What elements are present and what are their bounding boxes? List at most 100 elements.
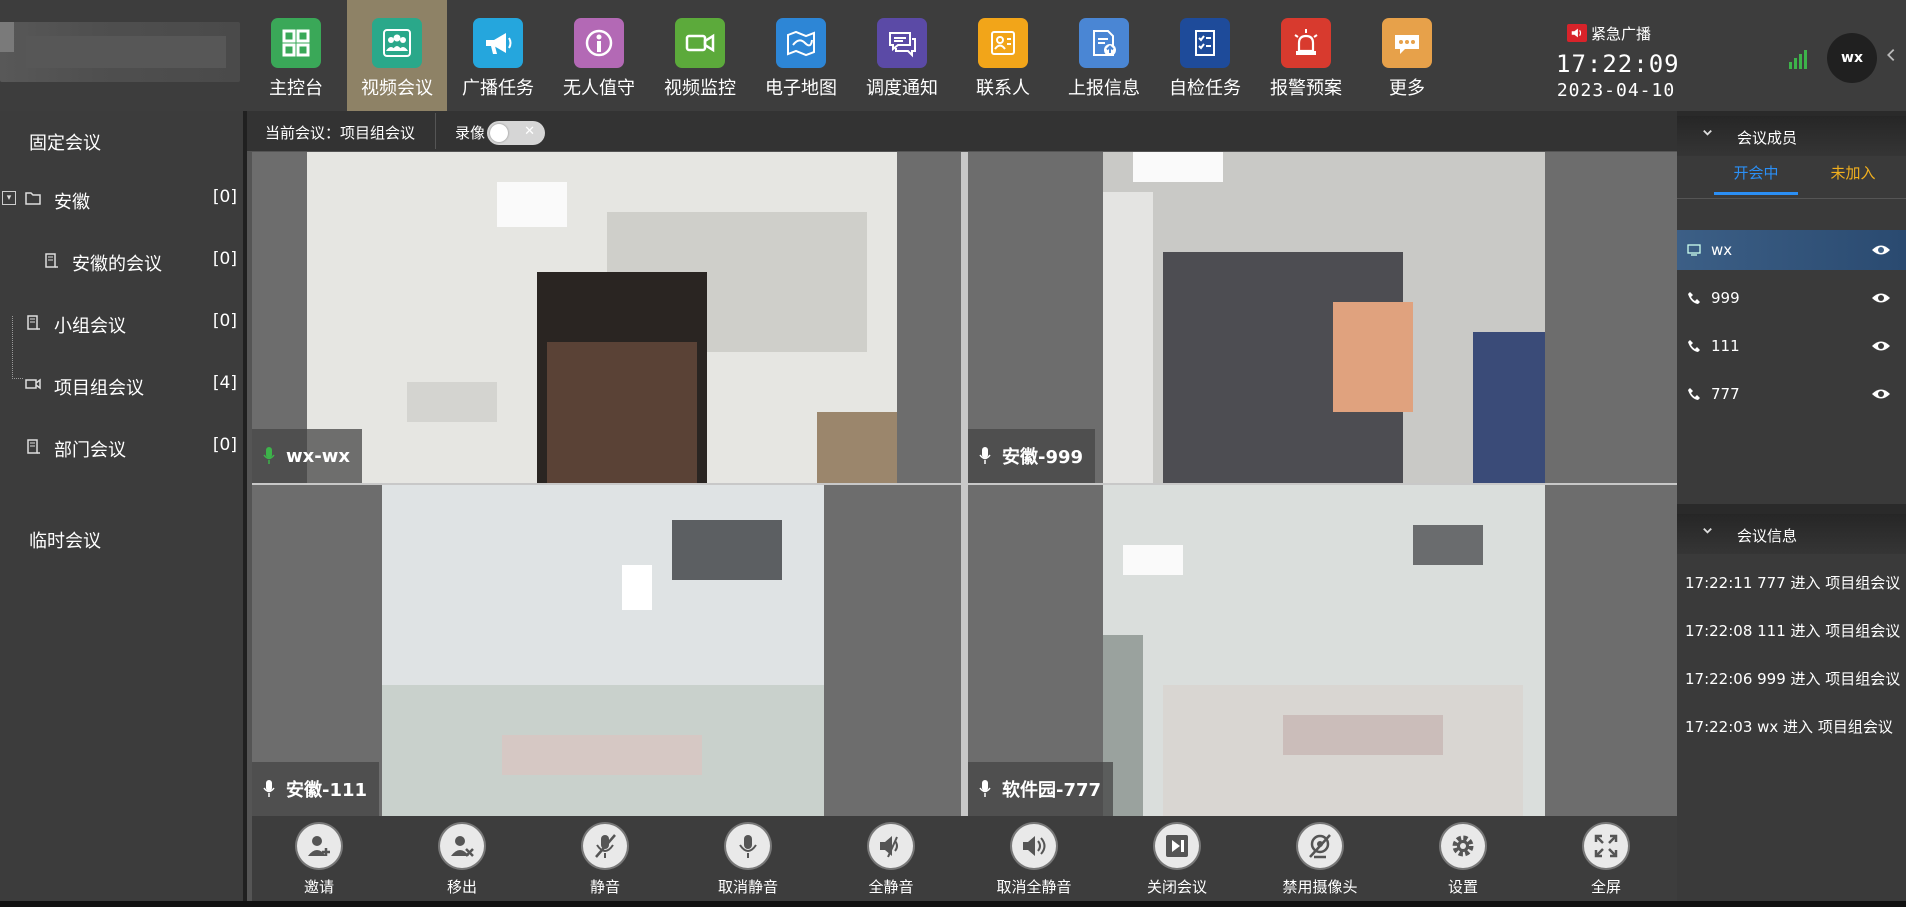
tree-item-count: [0] xyxy=(212,311,237,331)
participant-name: 安徽-999 xyxy=(1002,447,1084,468)
video-feed xyxy=(307,152,897,483)
remove-button[interactable]: 移出 xyxy=(397,816,527,901)
nav-label: 主控台 xyxy=(269,78,323,99)
mic-icon xyxy=(263,780,275,797)
unmute-button[interactable]: 取消静音 xyxy=(683,816,813,901)
tab-in-meeting[interactable]: 开会中 xyxy=(1714,162,1798,195)
nav-item-dashboard[interactable]: 主控台 xyxy=(246,0,346,111)
invite-button[interactable]: 邀请 xyxy=(254,816,384,901)
control-label: 关闭会议 xyxy=(1146,878,1207,896)
gear-icon xyxy=(1441,824,1485,868)
collapse-toggle-icon[interactable]: ▾ xyxy=(2,191,16,205)
member-row-111[interactable]: 111 xyxy=(1677,326,1906,366)
unmute-all-button[interactable]: 取消全静音 xyxy=(969,816,1099,901)
member-row-777[interactable]: 777 xyxy=(1677,374,1906,414)
nav-item-unattended[interactable]: 无人值守 xyxy=(549,0,649,111)
mute-button[interactable]: 静音 xyxy=(540,816,670,901)
nav-item-alarm-plan[interactable]: 报警预案 xyxy=(1256,0,1356,111)
info-panel-header[interactable]: 会议信息 xyxy=(1677,514,1906,554)
nav-item-more[interactable]: 更多 xyxy=(1357,0,1457,111)
nav-label: 无人值守 xyxy=(563,78,635,99)
fixed-meetings-heading: 固定会议 xyxy=(29,133,101,154)
disable-camera-button[interactable]: 禁用摄像头 xyxy=(1255,816,1385,901)
toggle-knob xyxy=(490,124,508,142)
video-tile-wx[interactable]: wx-wx xyxy=(252,152,961,483)
video-tile-111[interactable]: 安徽-111 xyxy=(252,485,961,816)
nav-item-broadcast[interactable]: 广播任务 xyxy=(448,0,548,111)
unattended-icon xyxy=(574,18,624,68)
eye-icon[interactable] xyxy=(1871,387,1891,401)
log-entry: 17:22:03 wx 进入 项目组会议 xyxy=(1685,718,1893,736)
nav-label: 报警预案 xyxy=(1270,78,1342,99)
meeting-sidebar: 固定会议 ▾ 安徽 [0] 安徽的会议 [0] 小组会议 [0] 项目组会议 [… xyxy=(0,111,247,901)
nav-item-dispatch-notice[interactable]: 调度通知 xyxy=(852,0,952,111)
window-bottom-edge xyxy=(0,901,1906,907)
members-panel-header[interactable]: 会议成员 xyxy=(1677,116,1906,156)
log-entry: 17:22:08 111 进入 项目组会议 xyxy=(1685,622,1901,640)
log-entry: 17:22:11 777 进入 项目组会议 xyxy=(1685,574,1901,592)
invite-user-icon xyxy=(297,824,341,868)
tree-item-department-meeting[interactable]: 部门会议 [0] xyxy=(0,427,247,467)
temporary-meetings-heading[interactable]: 临时会议 xyxy=(29,527,101,553)
control-label: 移出 xyxy=(446,878,477,896)
building-icon xyxy=(45,253,58,268)
settings-button[interactable]: 设置 xyxy=(1398,816,1528,901)
member-row-999[interactable]: 999 xyxy=(1677,278,1906,318)
nav-item-report-info[interactable]: 上报信息 xyxy=(1054,0,1154,111)
nav-item-video-surveillance[interactable]: 视频监控 xyxy=(650,0,750,111)
tree-item-group-meeting[interactable]: 小组会议 [0] xyxy=(0,303,247,343)
tree-item-label: 项目组会议 xyxy=(54,378,144,399)
meeting-toolbar: 当前会议：项目组会议 录像 ✕ xyxy=(247,111,1677,151)
chevron-down-icon xyxy=(1701,126,1714,143)
folder-icon xyxy=(25,192,41,205)
meeting-info-log: 17:22:11 777 进入 项目组会议 17:22:08 111 进入 项目… xyxy=(1677,554,1906,901)
record-toggle[interactable]: ✕ xyxy=(487,121,545,145)
video-meeting-icon xyxy=(372,18,422,68)
video-feed xyxy=(382,485,824,816)
speaker-icon xyxy=(1567,24,1587,42)
member-name: 999 xyxy=(1711,289,1740,307)
tab-not-joined[interactable]: 未加入 xyxy=(1823,162,1883,192)
video-tile-777[interactable]: 软件园-777 xyxy=(968,485,1677,816)
tree-item-label: 安徽的会议 xyxy=(72,254,162,275)
eye-icon[interactable] xyxy=(1871,339,1891,353)
participant-namebar: 软件园-777 xyxy=(968,762,1114,816)
more-icon xyxy=(1382,18,1432,68)
user-avatar[interactable]: wx xyxy=(1827,33,1877,83)
eye-icon[interactable] xyxy=(1871,291,1891,305)
nav-item-self-check[interactable]: 自检任务 xyxy=(1155,0,1255,111)
participant-namebar: wx-wx xyxy=(252,429,362,483)
member-row-wx[interactable]: wx xyxy=(1677,230,1906,270)
participant-name: wx-wx xyxy=(286,445,350,467)
tree-item-anhui[interactable]: ▾ 安徽 [0] xyxy=(0,179,247,219)
tree-item-count: [4] xyxy=(212,373,237,393)
member-name: wx xyxy=(1711,241,1733,259)
camera-off-icon xyxy=(1298,824,1342,868)
phone-icon xyxy=(1688,340,1700,352)
mic-icon xyxy=(979,447,991,464)
fullscreen-button[interactable]: 全屏 xyxy=(1541,816,1671,901)
phone-icon xyxy=(1688,388,1700,400)
tree-item-project-meeting[interactable]: 项目组会议 [4] xyxy=(0,365,247,405)
nav-item-contacts[interactable]: 联系人 xyxy=(953,0,1053,111)
member-name: 111 xyxy=(1711,337,1740,355)
nav-item-video-meeting[interactable]: 视频会议 xyxy=(347,0,447,111)
divider xyxy=(1677,198,1906,199)
chevron-left-icon[interactable] xyxy=(1882,46,1904,68)
nav-item-map[interactable]: 电子地图 xyxy=(751,0,851,111)
nav-label: 视频会议 xyxy=(361,78,433,99)
speaker-mute-all-icon xyxy=(869,824,913,868)
video-camera-icon xyxy=(25,378,41,390)
end-meeting-button[interactable]: 关闭会议 xyxy=(1112,816,1242,901)
nav-label: 更多 xyxy=(1389,78,1425,99)
eye-icon[interactable] xyxy=(1871,243,1891,257)
right-panel: 会议成员 开会中 未加入 wx 999 111 777 会议信息 17:22:1… xyxy=(1677,111,1906,901)
mute-all-button[interactable]: 全静音 xyxy=(826,816,956,901)
divider xyxy=(435,113,436,149)
participant-name: 安徽-111 xyxy=(286,780,368,801)
video-feed xyxy=(1103,152,1545,483)
video-tile-999[interactable]: 安徽-999 xyxy=(968,152,1677,483)
member-name: 777 xyxy=(1711,385,1740,403)
tree-item-anhui-meeting[interactable]: 安徽的会议 [0] xyxy=(0,241,247,281)
emergency-broadcast-button[interactable]: 紧急广播 xyxy=(1567,22,1651,44)
